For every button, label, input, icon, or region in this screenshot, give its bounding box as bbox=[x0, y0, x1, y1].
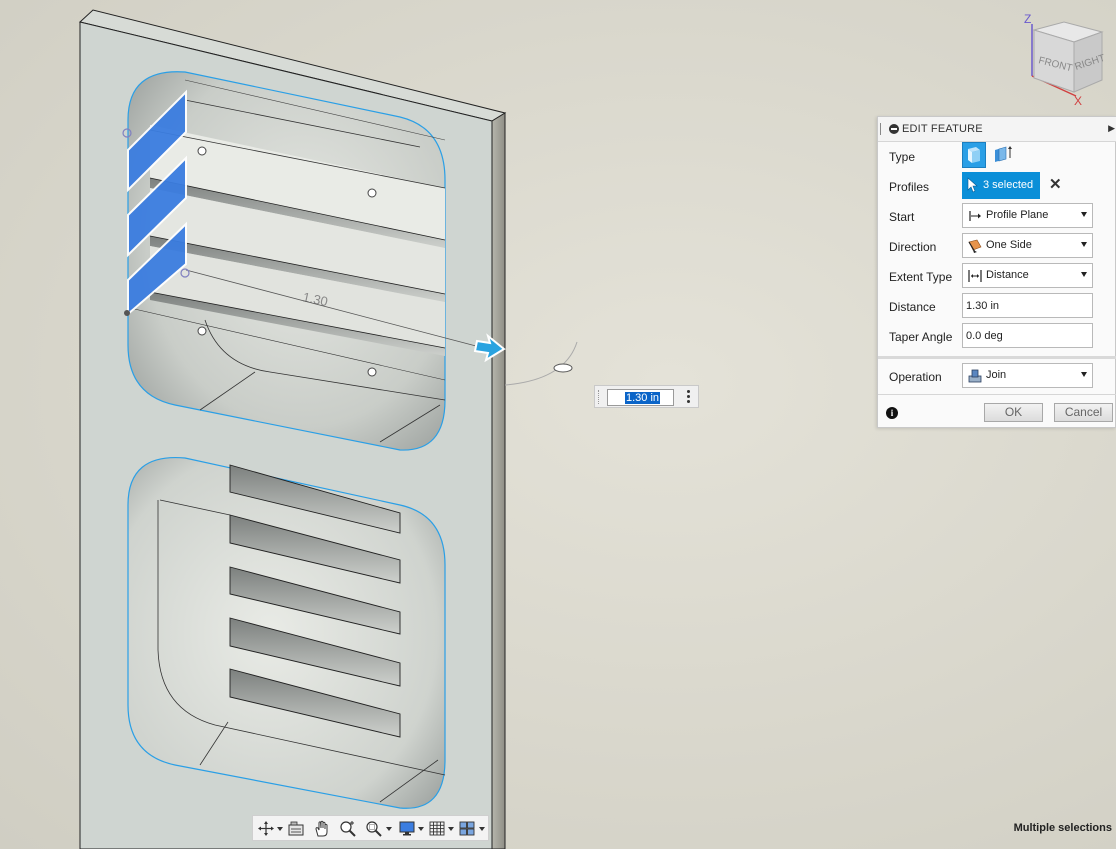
cancel-button[interactable]: Cancel bbox=[1054, 403, 1113, 422]
more-options-icon[interactable] bbox=[687, 390, 690, 405]
extent-type-value: Distance bbox=[986, 269, 1029, 281]
thin-extrude-icon bbox=[995, 146, 1012, 162]
chevron-down-icon bbox=[1081, 272, 1087, 277]
start-dropdown[interactable]: Profile Plane bbox=[962, 203, 1093, 228]
panel-header[interactable]: EDIT FEATURE ▶ bbox=[878, 117, 1116, 142]
chevron-down-icon bbox=[1081, 212, 1087, 217]
profiles-selection-button[interactable]: 3 selected bbox=[962, 172, 1040, 199]
input-drag-handle[interactable] bbox=[598, 390, 600, 404]
axis-z-label: Z bbox=[1024, 12, 1031, 26]
extent-type-label: Extent Type bbox=[889, 270, 953, 284]
distance-manipulator-input: 1.30 in bbox=[594, 385, 699, 408]
display-settings-icon[interactable] bbox=[398, 820, 416, 837]
one-side-icon bbox=[968, 239, 982, 253]
taper-angle-label: Taper Angle bbox=[889, 330, 953, 344]
distance-manipulator-field[interactable]: 1.30 in bbox=[607, 389, 674, 406]
type-thin-extrude-button[interactable] bbox=[991, 142, 1015, 168]
extrude-solid-icon bbox=[968, 147, 980, 163]
row-taper-angle: Taper Angle 0.0 deg bbox=[878, 321, 1116, 351]
chevron-down-icon[interactable] bbox=[277, 827, 283, 831]
chevron-down-icon[interactable] bbox=[418, 827, 424, 831]
start-value: Profile Plane bbox=[986, 209, 1049, 221]
chevron-down-icon[interactable] bbox=[386, 827, 392, 831]
taper-handle[interactable] bbox=[553, 363, 573, 373]
direction-dropdown[interactable]: One Side bbox=[962, 233, 1093, 258]
start-label: Start bbox=[889, 210, 915, 224]
taper-angle-value: 0.0 deg bbox=[966, 330, 1003, 342]
chevron-down-icon bbox=[1081, 242, 1087, 247]
navigation-toolbar bbox=[252, 815, 489, 841]
expand-arrow-icon[interactable]: ▶ bbox=[1108, 123, 1115, 134]
join-icon bbox=[968, 369, 982, 383]
view-cube[interactable]: Z X FRONT RIGHT bbox=[1018, 8, 1116, 108]
operation-dropdown[interactable]: Join bbox=[962, 363, 1093, 388]
row-distance: Distance 1.30 in bbox=[878, 291, 1116, 321]
profile-plane-icon bbox=[969, 211, 981, 221]
look-at-icon[interactable] bbox=[287, 820, 305, 837]
axis-x-label: X bbox=[1074, 94, 1082, 108]
type-extrude-button[interactable] bbox=[962, 142, 986, 168]
zoom-icon[interactable] bbox=[339, 820, 357, 837]
operation-value: Join bbox=[986, 369, 1007, 381]
pan-hand-icon[interactable] bbox=[313, 820, 331, 837]
panel-footer: i OK Cancel bbox=[878, 394, 1116, 430]
operation-label: Operation bbox=[889, 370, 942, 384]
row-profiles: Profiles 3 selected ✕ bbox=[878, 171, 1116, 201]
fit-zoom-icon[interactable] bbox=[365, 820, 383, 837]
row-operation: Operation Join bbox=[878, 361, 1116, 391]
cursor-arrow-icon bbox=[967, 177, 978, 193]
panel-divider bbox=[878, 356, 1116, 359]
panel-title: EDIT FEATURE bbox=[902, 123, 983, 135]
taper-angle-field[interactable]: 0.0 deg bbox=[962, 323, 1093, 348]
edit-feature-panel: EDIT FEATURE ▶ Type Profiles 3 selected … bbox=[877, 116, 1116, 428]
chevron-down-icon[interactable] bbox=[479, 827, 485, 831]
direction-label: Direction bbox=[889, 240, 937, 254]
extent-type-dropdown[interactable]: Distance bbox=[962, 263, 1093, 288]
row-extent-type: Extent Type Distance bbox=[878, 261, 1116, 291]
direction-value: One Side bbox=[986, 239, 1032, 251]
status-text: Multiple selections bbox=[1013, 822, 1112, 834]
clear-selection-icon[interactable]: ✕ bbox=[1049, 177, 1062, 192]
row-direction: Direction One Side bbox=[878, 231, 1116, 261]
taper-arc bbox=[504, 341, 578, 386]
distance-field[interactable]: 1.30 in bbox=[962, 293, 1093, 318]
profiles-label: Profiles bbox=[889, 180, 930, 194]
chevron-down-icon[interactable] bbox=[448, 827, 454, 831]
grid-settings-icon[interactable] bbox=[428, 820, 446, 837]
collapse-icon[interactable] bbox=[889, 124, 899, 134]
viewports-icon[interactable] bbox=[458, 820, 476, 837]
distance-value: 1.30 in bbox=[966, 300, 1000, 312]
orbit-icon[interactable] bbox=[257, 820, 275, 837]
distance-manipulator-value: 1.30 in bbox=[625, 392, 661, 404]
row-start: Start Profile Plane bbox=[878, 201, 1116, 231]
bottom-pocket[interactable] bbox=[127, 456, 446, 809]
panel-drag-handle[interactable] bbox=[880, 123, 883, 135]
info-icon[interactable]: i bbox=[886, 407, 898, 419]
distance-label: Distance bbox=[889, 300, 936, 314]
profiles-selection-count: 3 selected bbox=[983, 179, 1034, 191]
distance-icon bbox=[968, 270, 982, 282]
chevron-down-icon bbox=[1081, 372, 1087, 377]
ok-button[interactable]: OK bbox=[984, 403, 1043, 422]
row-type: Type bbox=[878, 141, 1116, 171]
type-label: Type bbox=[889, 150, 916, 164]
